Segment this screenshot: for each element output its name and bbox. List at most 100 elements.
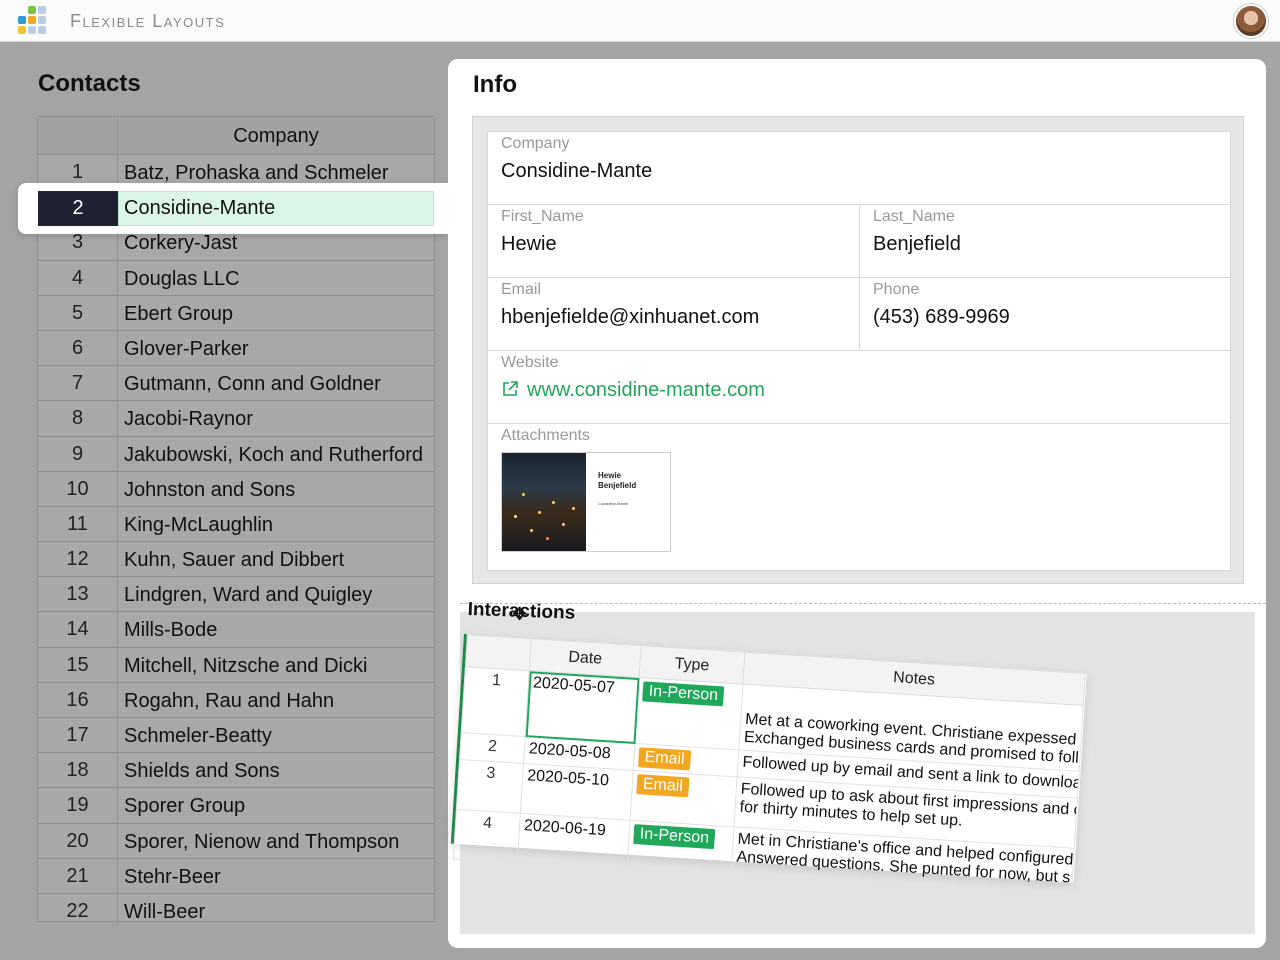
type-cell[interactable]: In-Person: [634, 677, 743, 750]
company-cell[interactable]: Shields and Sons: [118, 753, 434, 787]
table-row[interactable]: 15 Mitchell, Nitzsche and Dicki: [38, 647, 434, 683]
table-row[interactable]: 21 Stehr-Beer: [38, 858, 434, 894]
company-cell[interactable]: Jacobi-Raynor: [118, 401, 434, 435]
card-name-line1: Hewie: [598, 471, 622, 480]
email-value[interactable]: hbenjefielde@xinhuanet.com: [501, 306, 759, 329]
row-number: 14: [38, 612, 118, 647]
table-row[interactable]: 11 King-McLaughlin: [38, 506, 434, 543]
row-number: 19: [38, 788, 118, 823]
company-cell[interactable]: Jakubowski, Koch and Rutherford: [118, 437, 434, 471]
info-title: Info: [473, 71, 517, 98]
company-cell[interactable]: Schmeler-Beatty: [118, 718, 434, 752]
type-cell[interactable]: In-Person: [626, 820, 734, 877]
company-cell[interactable]: Ebert Group: [118, 296, 434, 330]
company-cell[interactable]: Will-Beer: [118, 894, 434, 921]
company-field[interactable]: Company Considine-Mante: [488, 132, 1230, 205]
company-cell[interactable]: Stehr-Beer: [118, 859, 434, 893]
selected-row-number: 2: [38, 191, 118, 226]
table-row[interactable]: 10 Johnston and Sons: [38, 471, 434, 507]
row-number: 20: [38, 823, 118, 858]
website-label: Website: [501, 354, 559, 371]
row-number-header: [465, 634, 532, 671]
card-name-line2: Benjefield: [598, 481, 637, 490]
move-cursor-icon: ✥: [512, 604, 528, 624]
website-link[interactable]: www.considine-mante.com: [501, 379, 765, 402]
company-cell[interactable]: Rogahn, Rau and Hahn: [118, 683, 434, 717]
company-cell[interactable]: Mills-Bode: [118, 612, 434, 646]
last-name-field[interactable]: Last_Name Benjefield: [859, 205, 1230, 278]
company-column-header[interactable]: Company: [118, 117, 434, 154]
company-cell[interactable]: Kuhn, Sauer and Dibbert: [118, 542, 434, 576]
company-cell[interactable]: Douglas LLC: [118, 261, 434, 295]
row-number: 2: [459, 732, 526, 764]
drop-indicator-line: [460, 603, 1266, 604]
date-cell[interactable]: 2020-06-19: [517, 813, 631, 871]
company-cell[interactable]: Lindgren, Ward and Quigley: [118, 577, 434, 611]
table-row[interactable]: 5 Ebert Group: [38, 295, 434, 331]
first-name-label: First_Name: [501, 208, 584, 225]
website-field[interactable]: Website www.considine-mante.com: [488, 351, 1230, 424]
website-value[interactable]: www.considine-mante.com: [527, 379, 765, 401]
type-badge: Email: [637, 747, 692, 771]
company-cell[interactable]: Gutmann, Conn and Goldner: [118, 366, 434, 400]
date-cell[interactable]: 2020-05-10: [520, 763, 634, 821]
type-badge: Email: [636, 774, 690, 798]
phone-value[interactable]: (453) 689-9969: [873, 306, 1010, 329]
table-row[interactable]: 9 Jakubowski, Koch and Rutherford: [38, 436, 434, 472]
first-name-value[interactable]: Hewie: [501, 233, 557, 256]
table-row[interactable]: 18 Shields and Sons: [38, 753, 434, 789]
row-number: 3: [456, 759, 524, 814]
selected-row-company[interactable]: Considine-Mante: [118, 191, 434, 226]
selected-contact-row[interactable]: 2 Considine-Mante: [18, 183, 448, 234]
last-name-value[interactable]: Benjefield: [873, 233, 961, 256]
type-cell[interactable]: Email: [630, 770, 738, 827]
company-cell[interactable]: Sporer Group: [118, 788, 434, 822]
table-row[interactable]: 7 Gutmann, Conn and Goldner: [38, 366, 434, 402]
type-badge: In-Person: [633, 824, 716, 850]
company-cell[interactable]: King-McLaughlin: [118, 507, 434, 541]
table-row[interactable]: 16 Rogahn, Rau and Hahn: [38, 682, 434, 718]
table-row[interactable]: 14 Mills-Bode: [38, 612, 434, 648]
company-cell[interactable]: Johnston and Sons: [118, 472, 434, 506]
attachments-label: Attachments: [501, 427, 590, 444]
contacts-table: Company 1Batz, Prohaska and Schmeler2Con…: [37, 116, 435, 922]
city-night-photo: [502, 453, 586, 551]
row-number: 22: [38, 893, 118, 921]
info-card: Info Company Considine-Mante First_Name …: [448, 59, 1266, 948]
company-cell[interactable]: Mitchell, Nitzsche and Dicki: [118, 648, 434, 682]
table-row[interactable]: 6 Glover-Parker: [38, 330, 434, 367]
company-label: Company: [501, 135, 570, 152]
business-card-text: Hewie Benjefield Considine-Mante: [598, 471, 636, 507]
table-row[interactable]: 20 Sporer, Nienow and Thompson: [38, 823, 434, 859]
external-link-icon[interactable]: [501, 380, 519, 398]
email-label: Email: [501, 281, 542, 298]
row-number: 18: [38, 753, 118, 788]
company-cell[interactable]: Sporer, Nienow and Thompson: [118, 824, 434, 858]
top-bar: Flexible Layouts: [0, 0, 1280, 42]
phone-field[interactable]: Phone (453) 689-9969: [859, 278, 1230, 351]
row-number: 9: [38, 436, 118, 471]
row-number: 17: [38, 718, 118, 753]
contacts-rows: 1Batz, Prohaska and Schmeler2Considine-M…: [38, 155, 434, 921]
company-value[interactable]: Considine-Mante: [501, 160, 652, 183]
first-name-field[interactable]: First_Name Hewie: [488, 205, 859, 278]
row-number: 12: [38, 542, 118, 577]
row-number: 5: [38, 295, 118, 330]
attachments-field: Attachments Hewie Benjefield Considine-M…: [488, 424, 1230, 570]
last-name-label: Last_Name: [873, 208, 955, 225]
user-avatar[interactable]: [1234, 4, 1268, 38]
company-cell[interactable]: Glover-Parker: [118, 331, 434, 365]
table-row[interactable]: 13 Lindgren, Ward and Quigley: [38, 577, 434, 613]
table-row[interactable]: 22 Will-Beer: [38, 893, 434, 921]
business-card-attachment[interactable]: Hewie Benjefield Considine-Mante: [501, 452, 671, 552]
row-number: 6: [38, 330, 118, 366]
interactions-table-dragging[interactable]: Date Type Notes 1 2020-05-07 In-Person Met …: [450, 634, 1087, 899]
row-number: 11: [38, 506, 118, 542]
date-cell[interactable]: 2020-05-07: [525, 670, 640, 744]
table-row[interactable]: 17 Schmeler-Beatty: [38, 718, 434, 754]
table-row[interactable]: 19 Sporer Group: [38, 788, 434, 824]
table-row[interactable]: 12 Kuhn, Sauer and Dibbert: [38, 542, 434, 578]
table-row[interactable]: 4 Douglas LLC: [38, 260, 434, 296]
email-field[interactable]: Email hbenjefielde@xinhuanet.com: [488, 278, 859, 351]
table-row[interactable]: 8 Jacobi-Raynor: [38, 401, 434, 437]
